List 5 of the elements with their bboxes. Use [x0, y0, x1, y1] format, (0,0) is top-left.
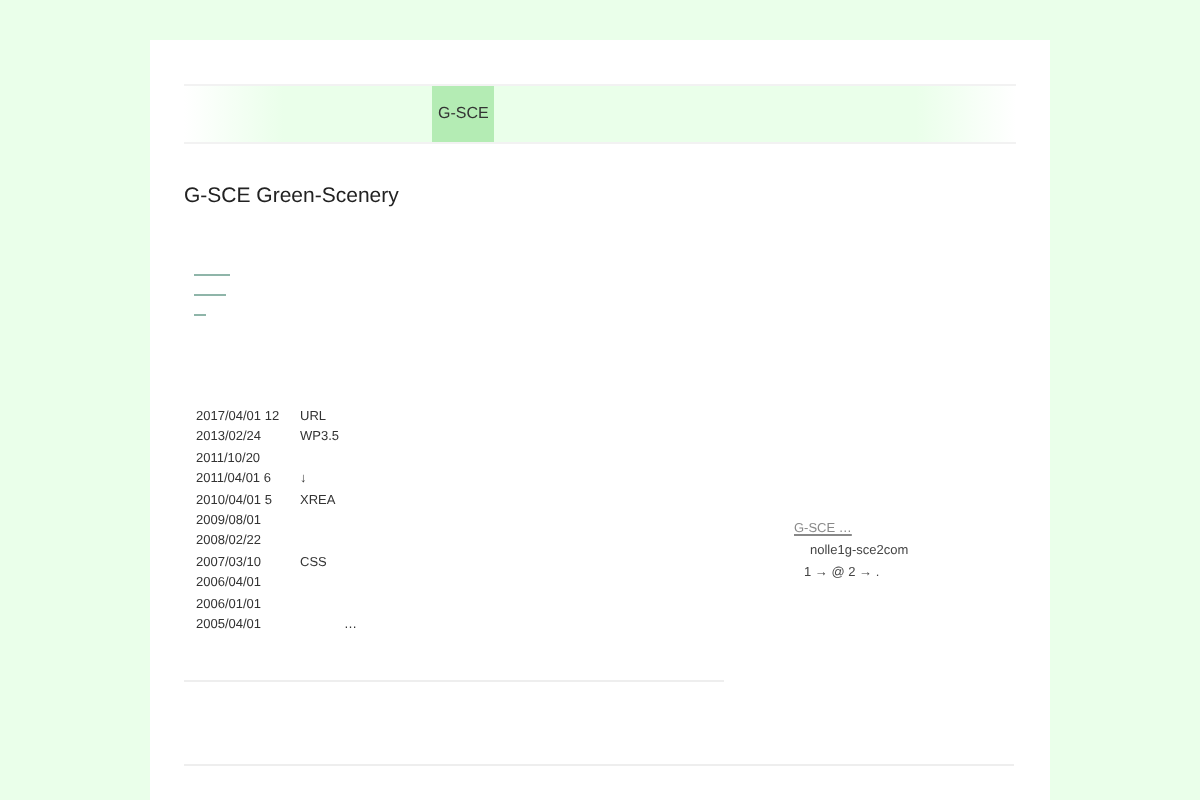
link-underline[interactable]	[194, 274, 230, 276]
nav-tab[interactable]: G-SCE	[432, 86, 495, 142]
link-underline[interactable]	[194, 294, 226, 296]
site-title: G-SCE Green-Scenery	[184, 184, 401, 208]
link-underline[interactable]	[194, 314, 206, 316]
